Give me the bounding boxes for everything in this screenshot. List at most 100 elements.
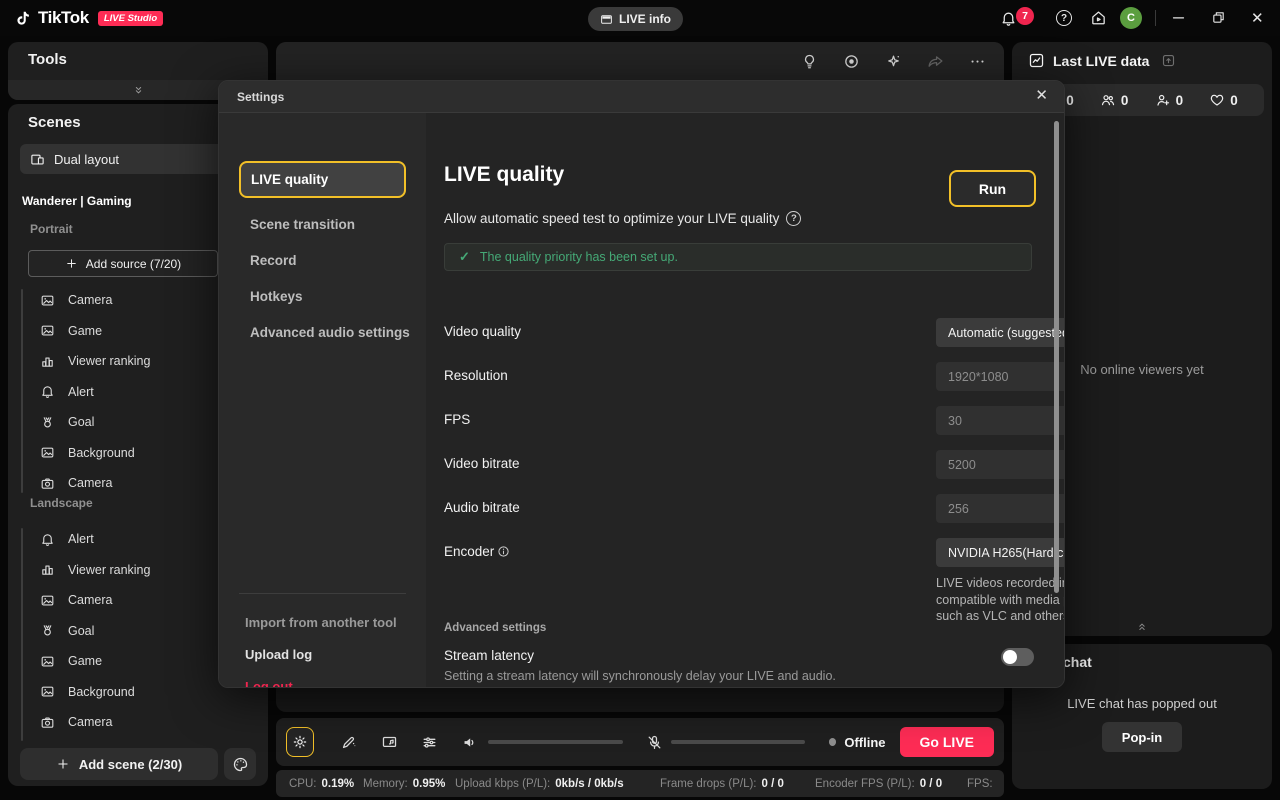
notifications-bell-icon[interactable] <box>1000 10 1017 27</box>
go-live-button[interactable]: Go LIVE <box>899 727 995 757</box>
settings-button[interactable] <box>286 727 315 757</box>
nav-item-record[interactable]: Record <box>219 242 426 278</box>
select-value: 5200 <box>948 457 976 472</box>
restore-window-button[interactable] <box>1211 10 1226 25</box>
stream-latency-label: Stream latency <box>444 648 535 663</box>
settings-modal-title: Settings <box>237 89 285 104</box>
info-icon[interactable] <box>497 545 510 558</box>
source-item-background[interactable]: Background <box>34 677 244 708</box>
chevron-double-up-icon <box>1139 623 1145 630</box>
source-label: Alert <box>68 384 94 399</box>
edit-pen-icon[interactable] <box>340 734 357 751</box>
minimize-button[interactable] <box>1170 9 1187 26</box>
source-item-alert[interactable]: Alert <box>34 524 244 555</box>
stream-latency-toggle[interactable] <box>1001 648 1034 666</box>
tiktok-logo-icon <box>14 10 31 27</box>
source-label: Viewer ranking <box>68 354 151 369</box>
new-followers-stat: 0 <box>1155 92 1183 108</box>
avatar[interactable]: C <box>1120 7 1142 29</box>
source-item-goal[interactable]: Goal <box>34 407 244 438</box>
record-icon[interactable] <box>843 53 860 70</box>
pop-in-button[interactable]: Pop-in <box>1102 722 1182 752</box>
image-icon <box>40 445 55 460</box>
upload-log-label: Upload log <box>245 646 313 662</box>
fps-label: FPS <box>444 412 471 427</box>
filters-sliders-icon[interactable] <box>421 734 438 751</box>
notification-badge[interactable]: 7 <box>1016 7 1034 25</box>
last-live-data-title: Last LIVE data <box>1053 52 1150 69</box>
nav-item-scene-transition[interactable]: Scene transition <box>219 206 426 242</box>
camera-icon <box>40 715 55 730</box>
nav-item-advanced-audio[interactable]: Advanced audio settings <box>219 314 426 350</box>
nav-item-hotkeys[interactable]: Hotkeys <box>219 278 426 314</box>
image-icon <box>40 684 55 699</box>
add-source-button[interactable]: Add source (7/20) <box>28 250 218 277</box>
brand-name: TikTok <box>38 8 89 27</box>
add-scene-button[interactable]: Add scene (2/30) <box>20 748 218 780</box>
effects-sparkle-icon[interactable] <box>885 53 902 70</box>
encoder-label-text: Encoder <box>444 544 495 559</box>
theme-palette-button[interactable] <box>224 748 256 780</box>
source-item-viewer-ranking[interactable]: Viewer ranking <box>34 555 244 586</box>
live-studio-badge: LIVE Studio <box>97 10 164 26</box>
mic-volume-slider[interactable] <box>670 740 805 744</box>
video-quality-select[interactable]: Automatic (suggested) <box>936 318 1064 347</box>
plus-icon <box>58 759 68 769</box>
source-item-background[interactable]: Background <box>34 438 244 469</box>
source-item-camera[interactable]: Camera <box>34 285 244 316</box>
close-window-button[interactable]: ✕ <box>1251 11 1264 26</box>
modal-scrollbar[interactable] <box>1054 121 1059 593</box>
source-item-camera-device[interactable]: Camera <box>34 468 244 499</box>
import-tool-label: Import from another tool <box>245 614 397 630</box>
share-icon[interactable] <box>927 53 944 70</box>
speaker-icon[interactable] <box>461 734 478 751</box>
home-icon[interactable] <box>1090 9 1107 26</box>
resolution-select: 1920*1080 <box>936 362 1064 391</box>
source-item-game[interactable]: Game <box>34 316 244 347</box>
source-item-viewer-ranking[interactable]: Viewer ranking <box>34 346 244 377</box>
video-bitrate-select: 5200 <box>936 450 1064 479</box>
more-options-icon[interactable] <box>969 53 986 70</box>
source-label: Viewer ranking <box>68 562 151 577</box>
live-info-button[interactable]: LIVE info <box>588 7 683 31</box>
source-label: Camera <box>68 293 113 308</box>
log-out-link[interactable]: Log out <box>219 675 426 688</box>
nav-label: Hotkeys <box>250 288 303 304</box>
speed-test-row: Allow automatic speed test to optimize y… <box>444 211 802 226</box>
upload-log-link[interactable]: Upload log <box>219 643 426 665</box>
nav-item-live-quality[interactable]: LIVE quality <box>239 161 406 198</box>
people-icon <box>1100 92 1116 108</box>
collapse-panel-button[interactable] <box>1136 620 1149 633</box>
source-label: Goal <box>68 415 95 430</box>
import-tool-link[interactable]: Import from another tool <box>219 611 426 633</box>
source-item-camera[interactable]: Camera <box>34 585 244 616</box>
settings-modal-header: Settings <box>219 81 1064 113</box>
source-label: Background <box>68 684 135 699</box>
export-icon[interactable] <box>1161 53 1176 68</box>
source-label: Game <box>68 323 103 338</box>
source-item-goal[interactable]: Goal <box>34 616 244 647</box>
encoder-select[interactable]: NVIDIA H265(Hard codec, Recommended) <box>936 538 1064 567</box>
fps-select: 30 <box>936 406 1064 435</box>
run-speed-test-button[interactable]: Run <box>949 170 1036 207</box>
speaker-volume-slider[interactable] <box>488 740 623 744</box>
lightbulb-icon[interactable] <box>801 53 818 70</box>
source-item-camera-device[interactable]: Camera <box>34 707 244 738</box>
help-icon[interactable]: ? <box>1056 10 1072 26</box>
speed-test-text: Allow automatic speed test to optimize y… <box>444 211 780 226</box>
virtual-sound-icon[interactable] <box>381 734 398 751</box>
status-dot <box>828 738 837 746</box>
help-icon[interactable]: ? <box>786 211 802 226</box>
topbar-divider <box>1155 10 1156 26</box>
cpu-stat: CPU: 0.19% <box>289 777 355 790</box>
source-label: Goal <box>68 623 95 638</box>
upload-stat: Upload kbps (P/L): 0kb/s / 0kb/s <box>455 777 624 790</box>
close-modal-button[interactable]: ✕ <box>1035 88 1048 103</box>
image-icon <box>40 654 55 669</box>
followers-stat: 0 <box>1100 92 1128 108</box>
audio-bitrate-select: 256 <box>936 494 1064 523</box>
source-item-game[interactable]: Game <box>34 646 244 677</box>
microphone-muted-icon[interactable] <box>646 734 663 751</box>
live-info-label: LIVE info <box>619 12 671 26</box>
source-item-alert[interactable]: Alert <box>34 377 244 408</box>
